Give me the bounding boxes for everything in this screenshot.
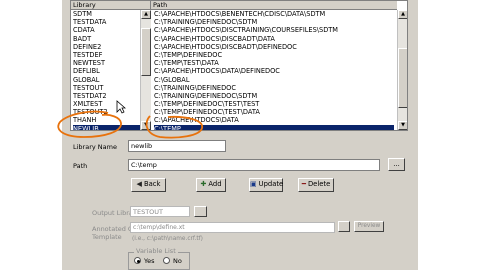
variable-list-label: Variable List	[134, 247, 178, 255]
library-cell: TESTDAT2	[73, 91, 107, 100]
table-row[interactable]: TESTOUT C:\TRAINING\DEFINEDOC	[71, 84, 397, 92]
path-cell: C:\TEMP\DEFINEDOC\TEST\DATA	[154, 108, 260, 117]
library-cell: NEWLIB	[73, 124, 147, 130]
library-column-scrollbar[interactable]: ▲ ▼	[140, 10, 151, 130]
library-cell: GLOBAL	[73, 75, 100, 84]
library-cell: TESTDEF	[73, 50, 103, 59]
mouse-cursor-icon	[116, 100, 126, 114]
path-cell: C:\APACHE\HTDOCS\DISCBADT\DATA	[154, 34, 275, 43]
path-input[interactable]: C:\temp	[128, 159, 380, 171]
path-cell: C:\TRAINING\DEFINEDOC\SDTM	[154, 18, 258, 27]
back-arrow-icon: ◀	[136, 180, 142, 188]
path-cell: C:\TEMP\TEST\DATA	[154, 59, 219, 68]
path-cell: C:\TEMP\DEFINEDOC	[154, 50, 223, 59]
library-cell: TESTOUT2	[73, 108, 108, 117]
table-row[interactable]: DEFINE2 C:\APACHE\HTDOCS\DISCBADT\DEFINED…	[71, 43, 397, 51]
update-label: Update	[258, 180, 284, 188]
preview-button[interactable]: Preview	[354, 221, 384, 232]
scroll-up-icon[interactable]: ▲	[141, 10, 151, 19]
scroll-thumb[interactable]	[141, 28, 151, 76]
path-cell: C:\APACHE\HTDOCS\DISCBADT\DEFINEDOC	[154, 42, 297, 51]
library-cell: TESTDATA	[73, 18, 107, 27]
scroll-down-icon[interactable]: ▼	[141, 121, 151, 130]
library-cell: THANH	[73, 116, 97, 125]
library-cell: DEFLIBL	[73, 67, 100, 76]
yes-radio[interactable]	[134, 257, 141, 264]
add-button[interactable]: ✚ Add	[196, 178, 226, 192]
table-row[interactable]: THANH C:\APACHE\HTDOCS\DATA	[71, 116, 397, 124]
path-cell: C:\APACHE\HTDOCS\DATA	[154, 116, 239, 125]
table-row[interactable]: DEFLIBL C:\APACHE\HTDOCS\DATA\DEFINEDOC	[71, 67, 397, 75]
library-cell: NEWTEST	[73, 59, 106, 68]
output-library-dropdown-icon[interactable]	[194, 206, 207, 217]
path-cell: C:\GLOBAL	[154, 75, 190, 84]
table-row[interactable]: TESTDAT2 C:\TRAINING\DEFINEDOC\SDTM	[71, 92, 397, 100]
library-cell: DEFINE2	[73, 42, 102, 51]
annotated-crf-template-label: Template	[92, 233, 122, 241]
browse-button[interactable]: ...	[388, 158, 405, 171]
radio-dot-icon	[136, 259, 140, 263]
column-header-path[interactable]: Path	[151, 1, 397, 10]
library-cell: XMLTEST	[73, 100, 103, 109]
table-row[interactable]: TESTDATA C:\TRAINING\DEFINEDOC\SDTM	[71, 18, 397, 26]
scroll-down-icon[interactable]: ▼	[398, 121, 407, 130]
path-cell: C:\TEMP\DEFINEDOC\TEST\TEST	[154, 100, 260, 109]
path-cell: C:\APACHE\HTDOCS\BENENTECH\CDISC\DATA\SD…	[154, 10, 326, 18]
table-row[interactable]: SDTM C:\APACHE\HTDOCS\BENENTECH\CDISC\DAT…	[71, 10, 397, 18]
column-header-library[interactable]: Library	[71, 1, 151, 10]
path-cell: C:\TRAINING\DEFINEDOC\SDTM	[154, 91, 258, 100]
library-name-label: Library Name	[73, 143, 117, 151]
add-icon: ✚	[200, 180, 207, 188]
delete-icon: ━	[301, 180, 306, 188]
table-scrollbar[interactable]: ▲ ▼	[397, 10, 407, 130]
back-label: Back	[143, 180, 161, 188]
delete-button[interactable]: ━ Delete	[298, 178, 334, 192]
add-label: Add	[208, 180, 222, 188]
annotated-crf-browse-button[interactable]	[338, 221, 350, 232]
annotated-crf-input[interactable]: c:\temp\define.xt	[130, 222, 335, 233]
table-row[interactable]: NEWTEST C:\TEMP\TEST\DATA	[71, 59, 397, 67]
path-cell: C:\TRAINING\DEFINEDOC	[154, 83, 236, 92]
table-row[interactable]: TESTDEF C:\TEMP\DEFINEDOC	[71, 51, 397, 59]
library-name-input[interactable]: newlib	[128, 140, 226, 152]
update-icon: ▣	[250, 180, 257, 188]
output-library-select[interactable]: TESTOUT	[130, 206, 190, 217]
path-cell: C:\TEMP	[154, 124, 394, 130]
update-button[interactable]: ▣ Update	[249, 178, 283, 192]
no-radio[interactable]	[163, 257, 170, 264]
no-label: No	[173, 257, 182, 265]
path-label: Path	[73, 162, 88, 170]
library-cell: CDATA	[73, 26, 95, 35]
back-button[interactable]: ◀ Back	[131, 178, 166, 192]
scroll-up-icon[interactable]: ▲	[398, 10, 407, 19]
library-cell: TESTOUT	[73, 83, 104, 92]
table-row[interactable]: GLOBAL C:\GLOBAL	[71, 76, 397, 84]
table-row[interactable]: CDATA C:\APACHE\HTDOCS\DISCTRAINING\COURS…	[71, 26, 397, 34]
table-row[interactable]: BADT C:\APACHE\HTDOCS\DISCBADT\DATA	[71, 35, 397, 43]
annotated-crf-hint: (i.e., c:\path\name.crf.tf)	[132, 236, 203, 242]
library-cell: SDTM	[73, 10, 92, 18]
scroll-thumb[interactable]	[398, 48, 407, 108]
table-row[interactable]: NEWLIB C:\TEMP	[71, 124, 397, 130]
path-cell: C:\APACHE\HTDOCS\DATA\DEFINEDOC	[154, 67, 280, 76]
library-cell: BADT	[73, 34, 92, 43]
yes-label: Yes	[144, 257, 155, 265]
path-cell: C:\APACHE\HTDOCS\DISCTRAINING\COURSEFILE…	[154, 26, 338, 35]
delete-label: Delete	[307, 180, 331, 188]
